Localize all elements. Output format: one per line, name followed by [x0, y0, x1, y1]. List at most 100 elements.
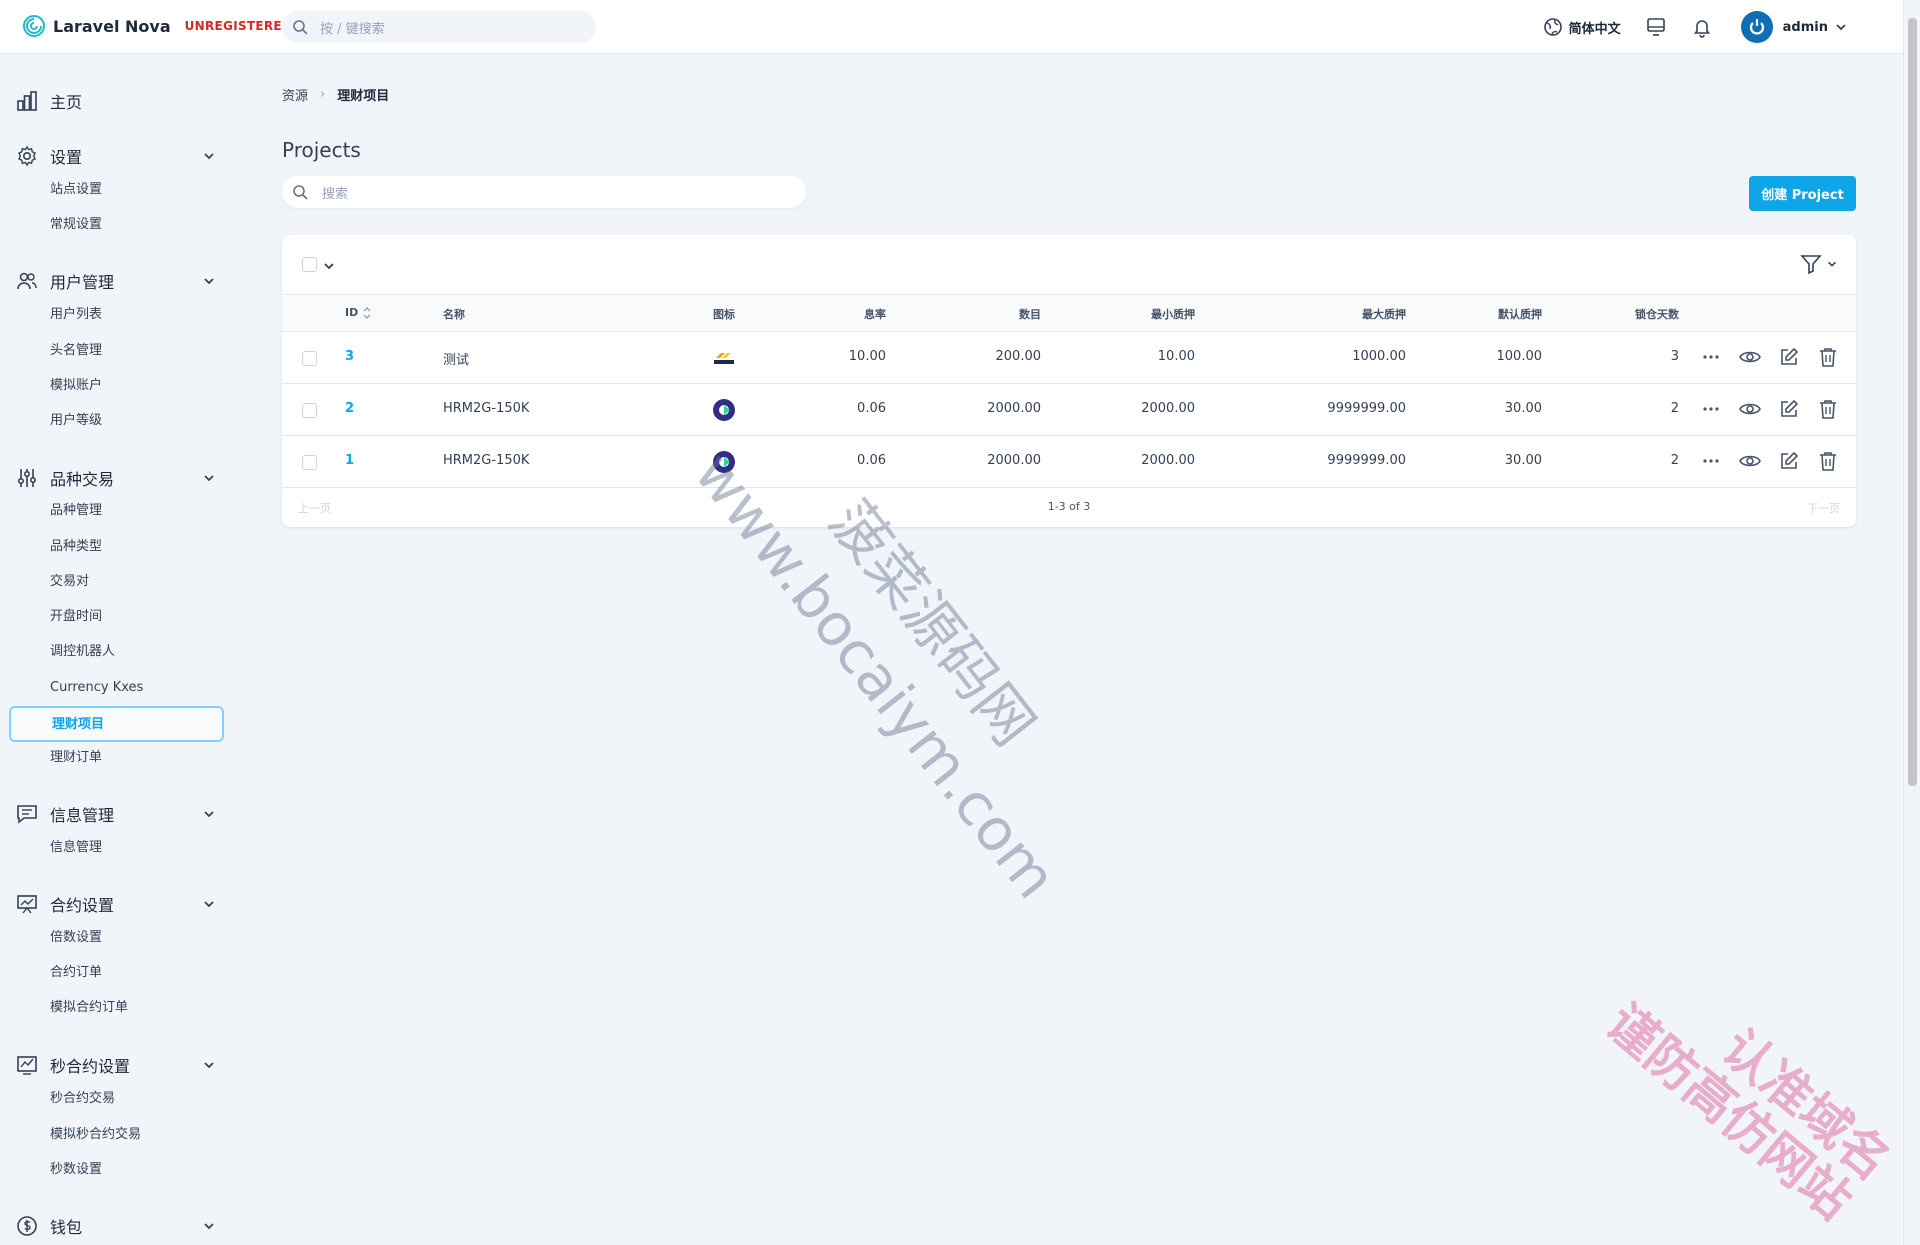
sidebar-group-second-contracts[interactable]: 秒合约设置: [16, 1053, 216, 1077]
more-icon[interactable]: [1700, 346, 1722, 368]
row-id-link[interactable]: 1: [345, 453, 354, 468]
sidebar-item-contract-orders[interactable]: 合约订单: [50, 963, 102, 983]
column-header-id[interactable]: ID: [345, 306, 358, 319]
row-amount: 2000.00: [987, 401, 1041, 416]
row-name: 测试: [443, 353, 470, 368]
sidebar-item-home[interactable]: 主页: [16, 89, 216, 113]
sidebar-item-product-types[interactable]: 品种类型: [50, 537, 102, 557]
trend-chart-icon: [17, 1056, 37, 1075]
select-all-checkbox[interactable]: [302, 257, 317, 272]
message-icon: [17, 805, 37, 824]
sidebar-item-site-settings[interactable]: 站点设置: [50, 180, 102, 200]
sidebar-item-title-management[interactable]: 头名管理: [50, 341, 102, 361]
view-eye-icon[interactable]: [1739, 346, 1761, 368]
filter-button[interactable]: [1800, 253, 1838, 275]
sidebar-item-general-settings[interactable]: 常规设置: [50, 215, 102, 235]
row-checkbox[interactable]: [302, 455, 317, 470]
row-min-stake: 2000.00: [1141, 401, 1195, 416]
sidebar-item-seconds-settings[interactable]: 秒数设置: [50, 1160, 102, 1180]
chevron-down-icon[interactable]: [322, 259, 336, 273]
pagination-next-button[interactable]: 下一页: [1807, 500, 1840, 516]
sidebar-item-message-management[interactable]: 信息管理: [50, 838, 102, 858]
edit-icon[interactable]: [1778, 450, 1800, 472]
sidebar-item-finance-projects[interactable]: 理财项目: [9, 706, 224, 742]
language-switcher[interactable]: 简体中文: [1543, 17, 1621, 37]
row-name: HRM2G-150K: [443, 453, 530, 468]
chevron-down-icon: [204, 1062, 214, 1069]
breadcrumb-resources[interactable]: 资源: [282, 85, 308, 104]
row-checkbox[interactable]: [302, 351, 317, 366]
delete-trash-icon[interactable]: [1817, 346, 1839, 368]
page-scrollbar[interactable]: [1903, 0, 1920, 1245]
sidebar-item-finance-orders[interactable]: 理财订单: [50, 748, 102, 768]
sidebar-group-contracts[interactable]: 合约设置: [16, 892, 216, 916]
table-row[interactable]: 1 HRM2G-150K 0.06 2000.00 2000.00 999999…: [282, 436, 1856, 488]
user-name: admin: [1782, 19, 1828, 35]
more-icon[interactable]: [1700, 450, 1722, 472]
sidebar-group-trading[interactable]: 品种交易: [16, 466, 216, 490]
resource-search-input[interactable]: 搜索: [282, 176, 806, 208]
more-icon[interactable]: [1700, 398, 1722, 420]
row-default-stake: 100.00: [1496, 349, 1543, 364]
sidebar-group-messages[interactable]: 信息管理: [16, 802, 216, 826]
app-logo[interactable]: Laravel Nova UNREGISTERED: [22, 14, 292, 38]
sort-icon[interactable]: [362, 306, 372, 320]
bell-icon[interactable]: [1691, 16, 1713, 38]
sidebar-group-label: 品种交易: [50, 470, 115, 489]
row-checkbox[interactable]: [302, 403, 317, 418]
presentation-chart-icon: [17, 895, 37, 914]
sidebar-item-second-contract-trading[interactable]: 秒合约交易: [50, 1089, 115, 1109]
nova-logo-icon: [23, 15, 45, 37]
scrollbar-thumb[interactable]: [1908, 18, 1917, 786]
row-id-link[interactable]: 3: [345, 349, 354, 364]
sidebar-item-control-robot[interactable]: 调控机器人: [50, 642, 115, 662]
view-eye-icon[interactable]: [1739, 398, 1761, 420]
sidebar-home-label: 主页: [50, 93, 83, 112]
monitor-icon[interactable]: [1645, 16, 1667, 38]
delete-trash-icon[interactable]: [1817, 450, 1839, 472]
create-project-button[interactable]: 创建 Project: [1749, 176, 1856, 211]
sidebar-item-demo-accounts[interactable]: 模拟账户: [50, 376, 102, 396]
breadcrumb: 资源 › 理财项目: [282, 85, 389, 104]
sidebar-item-user-levels[interactable]: 用户等级: [50, 411, 102, 431]
sidebar-item-multiplier-settings[interactable]: 倍数设置: [50, 928, 102, 948]
sidebar-item-product-management[interactable]: 品种管理: [50, 501, 102, 521]
sidebar-item-demo-second-contract-trading[interactable]: 模拟秒合约交易: [50, 1125, 141, 1145]
sidebar-item-opening-hours[interactable]: 开盘时间: [50, 607, 102, 627]
sidebar-item-user-list[interactable]: 用户列表: [50, 305, 102, 325]
gear-icon: [18, 145, 36, 167]
row-min-stake: 2000.00: [1141, 453, 1195, 468]
user-menu[interactable]: admin: [1740, 11, 1848, 43]
sliders-icon: [17, 469, 37, 487]
chevron-down-icon: [204, 811, 214, 818]
search-icon: [293, 185, 308, 200]
globe-icon: [1543, 18, 1562, 36]
sidebar-group-label: 秒合约设置: [50, 1057, 131, 1076]
column-header-name: 名称: [443, 308, 465, 321]
sidebar-group-settings[interactable]: 设置: [16, 144, 216, 168]
sidebar-item-currency-kxes[interactable]: Currency Kxes: [50, 678, 143, 698]
sidebar-group-label: 信息管理: [50, 806, 115, 825]
row-rate: 0.06: [857, 401, 886, 416]
table-row[interactable]: 2 HRM2G-150K 0.06 2000.00 2000.00 999999…: [282, 384, 1856, 436]
global-search-input[interactable]: 按 / 键搜索: [282, 11, 596, 43]
sidebar-group-users[interactable]: 用户管理: [16, 269, 216, 293]
row-id-link[interactable]: 2: [345, 401, 354, 416]
column-header-rate: 息率: [864, 308, 886, 321]
bar-chart-icon: [17, 91, 37, 111]
view-eye-icon[interactable]: [1739, 450, 1761, 472]
sidebar: 主页 设置 站点设置 常规设置 用户管理 用户列表 头名管理 模拟账户 用户等级…: [0, 54, 232, 1245]
c-coin-icon: [713, 399, 735, 421]
row-lock-days: 2: [1670, 453, 1679, 468]
resource-search-placeholder: 搜索: [322, 186, 349, 202]
sidebar-item-demo-contract-orders[interactable]: 模拟合约订单: [50, 998, 128, 1018]
sidebar-item-trading-pairs[interactable]: 交易对: [50, 572, 89, 592]
row-max-stake: 9999999.00: [1327, 453, 1406, 468]
watermark-domain-notice: 认准域名: [1710, 1018, 1902, 1192]
table-row[interactable]: 3 测试 10.00 200.00 10.00 1000.00 100.00 3: [282, 332, 1856, 384]
edit-icon[interactable]: [1778, 398, 1800, 420]
edit-icon[interactable]: [1778, 346, 1800, 368]
sidebar-group-wallet[interactable]: 钱包: [16, 1214, 216, 1238]
delete-trash-icon[interactable]: [1817, 398, 1839, 420]
row-rate: 0.06: [857, 453, 886, 468]
